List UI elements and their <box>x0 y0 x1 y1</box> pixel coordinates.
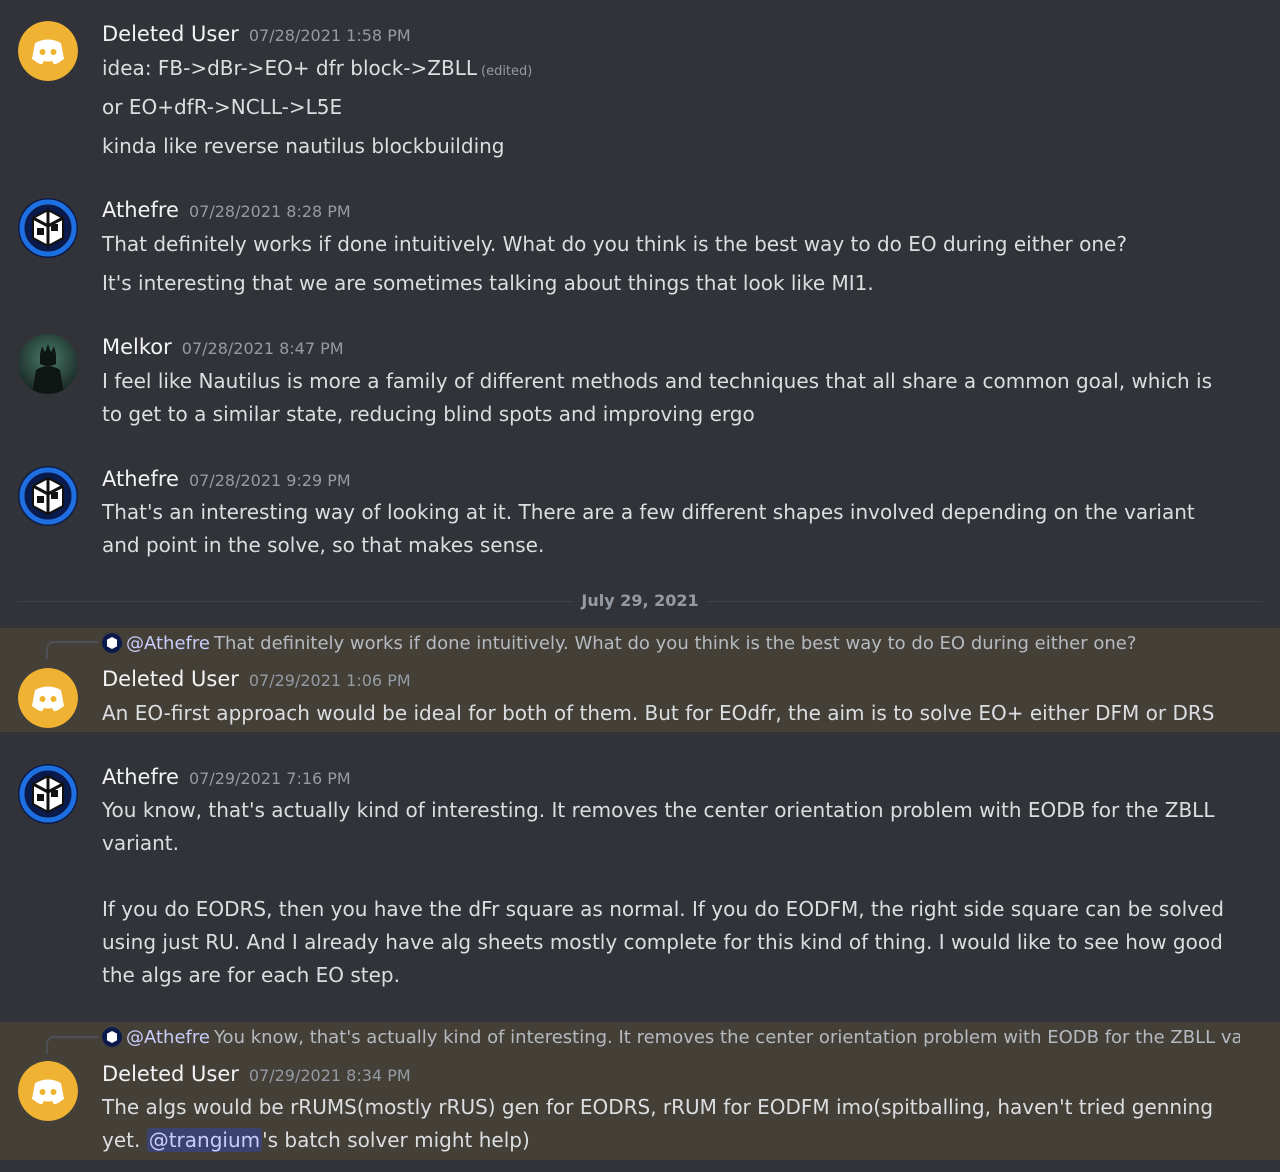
message-text: the algs are for each EO step. <box>102 963 400 987</box>
reply-preview[interactable]: @Athefre You know, that's actually kind o… <box>102 1027 1240 1051</box>
cube-logo-avatar-icon <box>18 764 78 824</box>
message: Athefre 07/28/2021 9:29 PM That's an inte… <box>0 450 1280 570</box>
reply-preview[interactable]: @Athefre That definitely works if done in… <box>102 633 1240 657</box>
message-text: That definitely works if done intuitivel… <box>102 232 1127 256</box>
reply-text: That definitely works if done intuitivel… <box>213 633 1137 654</box>
message-text: kinda like reverse nautilus blockbuildin… <box>102 134 505 158</box>
message-text: and point in the solve, so that makes se… <box>102 533 545 557</box>
username[interactable]: Athefre <box>102 467 179 491</box>
reply-text: You know, that's actually kind of intere… <box>213 1027 1240 1048</box>
message: Melkor 07/28/2021 8:47 PM I feel like Nau… <box>0 318 1280 438</box>
message-text: You know, that's actually kind of intere… <box>102 798 1215 822</box>
username[interactable]: Melkor <box>102 335 172 359</box>
reply-spine <box>46 1036 98 1054</box>
message-text: idea: FB->dBr->EO+ dfr block->ZBLL <box>102 56 477 80</box>
message: Athefre 07/28/2021 8:28 PM That definitel… <box>0 180 1280 310</box>
message-text: to get to a similar state, reducing blin… <box>102 402 755 426</box>
timestamp: 07/28/2021 8:47 PM <box>181 339 344 358</box>
dark-figure-avatar-icon <box>18 334 78 394</box>
message: @Athefre You know, that's actually kind o… <box>0 1022 1280 1160</box>
avatar[interactable] <box>18 764 78 824</box>
message-text: or EO+dfR->NCLL->L5E <box>102 95 343 119</box>
reply-author[interactable]: @Athefre <box>126 633 210 654</box>
timestamp: 07/28/2021 8:28 PM <box>188 202 351 221</box>
timestamp: 07/29/2021 1:06 PM <box>248 671 411 690</box>
avatar[interactable] <box>18 466 78 526</box>
discord-default-avatar-icon <box>18 21 78 81</box>
avatar[interactable] <box>18 1061 78 1121</box>
chat-message-list: Deleted User 07/28/2021 1:58 PM idea: FB-… <box>0 0 1280 1172</box>
message: @Athefre That definitely works if done in… <box>0 628 1280 732</box>
avatar[interactable] <box>18 334 78 394</box>
avatar[interactable] <box>18 668 78 728</box>
timestamp: 07/29/2021 7:16 PM <box>188 769 351 788</box>
message-text: That's an interesting way of looking at … <box>102 500 1195 524</box>
timestamp: 07/28/2021 1:58 PM <box>248 26 411 45</box>
message-text: The algs would be rRUMS(mostly rRUS) gen… <box>102 1095 1214 1119</box>
discord-default-avatar-icon <box>18 1061 78 1121</box>
user-mention[interactable]: @trangium <box>146 1128 263 1152</box>
message-text: It's interesting that we are sometimes t… <box>102 271 874 295</box>
timestamp: 07/29/2021 8:34 PM <box>248 1066 411 1085</box>
message: Deleted User 07/28/2021 1:58 PM idea: FB-… <box>0 0 1280 170</box>
message-text: I feel like Nautilus is more a family of… <box>102 369 1213 393</box>
edited-label: (edited) <box>481 64 533 79</box>
username[interactable]: Athefre <box>102 198 179 222</box>
message-text: If you do EODRS, then you have the dFr s… <box>102 897 1224 921</box>
cube-logo-avatar-icon <box>102 633 122 653</box>
avatar[interactable] <box>18 21 78 81</box>
message-text: An EO-first approach would be ideal for … <box>102 701 1215 725</box>
discord-default-avatar-icon <box>18 668 78 728</box>
cube-logo-avatar-icon <box>18 466 78 526</box>
timestamp: 07/28/2021 9:29 PM <box>188 471 351 490</box>
username[interactable]: Athefre <box>102 765 179 789</box>
message-text: variant. <box>102 831 180 855</box>
reply-spine <box>46 641 98 659</box>
date-divider: July 29, 2021 <box>18 591 1262 610</box>
message-text: yet. <box>102 1128 147 1152</box>
message: Athefre 07/29/2021 7:16 PM You know, that… <box>0 748 1280 1008</box>
username[interactable]: Deleted User <box>102 1062 239 1086</box>
cube-logo-avatar-icon <box>18 198 78 258</box>
username[interactable]: Deleted User <box>102 667 239 691</box>
reply-author[interactable]: @Athefre <box>126 1027 210 1048</box>
message-text: using just RU. And I already have alg sh… <box>102 930 1223 954</box>
avatar[interactable] <box>18 198 78 258</box>
date-divider-label: July 29, 2021 <box>573 591 707 610</box>
cube-logo-avatar-icon <box>102 1027 122 1047</box>
username[interactable]: Deleted User <box>102 22 239 46</box>
message-text: 's batch solver might help) <box>262 1128 530 1152</box>
